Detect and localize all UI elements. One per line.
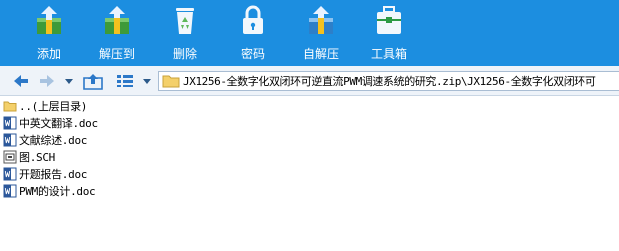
toolbox-label: 工具箱: [370, 47, 407, 61]
password-button[interactable]: 密码: [219, 0, 287, 66]
list-item[interactable]: 文献综述.doc: [0, 131, 619, 148]
back-button[interactable]: [10, 71, 32, 91]
file-name: ..(上层目录): [19, 99, 88, 113]
path-text: JX1256-全数字化双闭环可逆直流PWM调速系统的研究.zip\JX1256-…: [183, 75, 596, 88]
extract-to-button[interactable]: 解压到: [83, 0, 151, 66]
extract-to-icon: [105, 6, 129, 34]
toolbox-button[interactable]: 工具箱: [355, 0, 423, 66]
folder-up-icon: [83, 74, 103, 90]
add-label: 添加: [36, 47, 61, 61]
list-item[interactable]: 中英文翻译.doc: [0, 114, 619, 131]
self-extract-icon: [309, 6, 333, 34]
list-item[interactable]: 图.SCH: [0, 148, 619, 165]
address-bar: JX1256-全数字化双闭环可逆直流PWM调速系统的研究.zip\JX1256-…: [0, 66, 619, 96]
self-extract-label: 自解压: [302, 47, 339, 61]
add-archive-icon: [37, 6, 61, 34]
chevron-down-icon: [65, 79, 73, 84]
list-item[interactable]: PWM的设计.doc: [0, 182, 619, 199]
self-extract-button[interactable]: 自解压: [287, 0, 355, 66]
list-view-icon: [117, 75, 133, 87]
file-name: 中英文翻译.doc: [19, 116, 98, 130]
history-dropdown-button[interactable]: [62, 71, 76, 91]
list-item[interactable]: ..(上层目录): [0, 97, 619, 114]
word-doc-icon: [3, 167, 17, 180]
view-mode-button[interactable]: [114, 71, 136, 91]
forward-arrow-icon: [40, 75, 54, 87]
file-name: 开题报告.doc: [19, 167, 88, 181]
lock-icon: [243, 5, 263, 34]
toolbar: 添加 解压到 删除 密码 自解压 工具箱: [0, 0, 619, 66]
sch-file-icon: [3, 150, 17, 163]
forward-button[interactable]: [36, 71, 58, 91]
word-doc-icon: [3, 133, 17, 146]
word-doc-icon: [3, 184, 17, 197]
view-dropdown-button[interactable]: [140, 71, 154, 91]
list-item[interactable]: 开题报告.doc: [0, 165, 619, 182]
word-doc-icon: [3, 116, 17, 129]
password-label: 密码: [240, 47, 265, 61]
recycle-bin-icon: [176, 8, 194, 34]
path-field[interactable]: JX1256-全数字化双闭环可逆直流PWM调速系统的研究.zip\JX1256-…: [158, 71, 619, 91]
folder-icon: [162, 75, 180, 88]
file-name: 图.SCH: [19, 150, 55, 164]
file-name: PWM的设计.doc: [19, 184, 96, 198]
delete-button[interactable]: 删除: [151, 0, 219, 66]
delete-label: 删除: [172, 47, 197, 61]
toolbox-icon: [377, 6, 401, 34]
chevron-down-icon: [143, 79, 151, 84]
file-name: 文献综述.doc: [19, 133, 88, 147]
extract-to-label: 解压到: [98, 47, 135, 61]
file-list: ..(上层目录) 中英文翻译.doc 文献综述.doc 图.SCH 开题报告.d…: [0, 97, 619, 199]
parent-folder-icon: [3, 101, 17, 111]
back-arrow-icon: [14, 75, 28, 87]
up-folder-button[interactable]: [82, 71, 104, 91]
add-button[interactable]: 添加: [15, 0, 83, 66]
